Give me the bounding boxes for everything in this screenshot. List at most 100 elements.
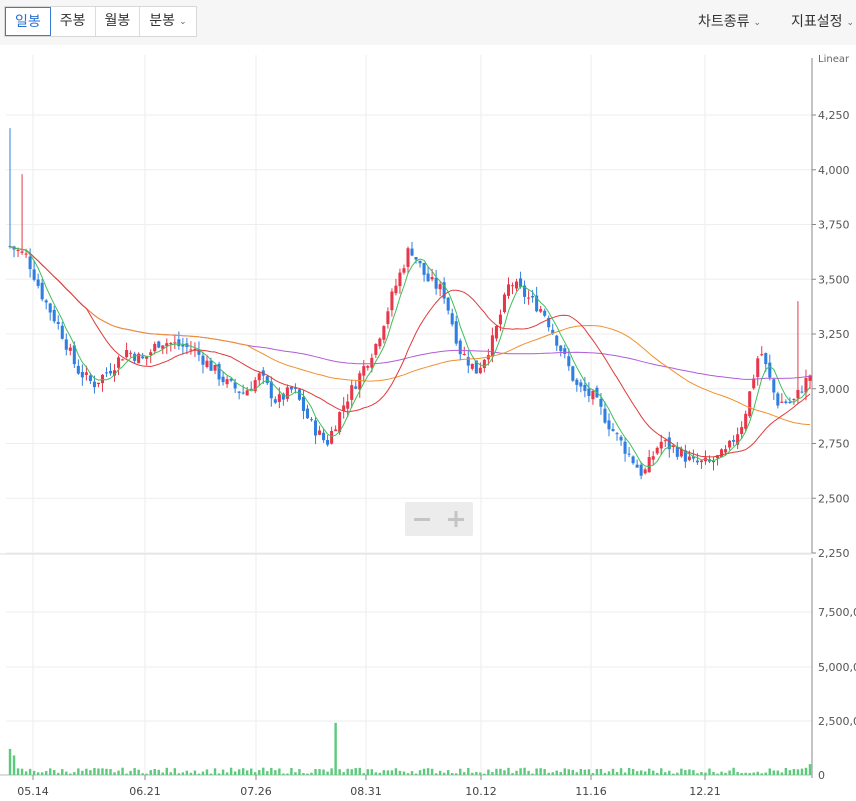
volume-bar	[402, 771, 406, 775]
volume-bar	[8, 748, 12, 775]
volume-bar	[213, 768, 217, 775]
candle-body	[623, 441, 627, 454]
volume-bar	[451, 773, 454, 775]
zoom-control	[405, 502, 473, 536]
volume-bars	[8, 722, 812, 775]
volume-bar	[157, 769, 160, 775]
candle-body	[346, 401, 350, 409]
candle-body	[430, 277, 434, 280]
volume-bar	[12, 755, 16, 775]
volume-bar	[278, 768, 281, 775]
volume-bar	[85, 768, 88, 775]
candle-body	[563, 348, 567, 354]
volume-bar	[740, 773, 743, 775]
volume-bar	[394, 768, 398, 775]
candle-body	[502, 294, 506, 313]
candle-body	[655, 447, 659, 454]
volume-bar	[736, 771, 739, 775]
candle-body	[446, 297, 450, 311]
volume-bar	[109, 769, 112, 775]
volume-bar	[141, 773, 144, 775]
time-tick-label: 07.26	[240, 785, 272, 798]
volume-bar	[65, 771, 68, 775]
volume-bar	[579, 768, 583, 775]
volume-bar	[700, 772, 703, 775]
candle-body	[145, 356, 149, 359]
volume-bar	[398, 770, 402, 775]
candle-body	[382, 326, 386, 340]
volume-bar	[438, 770, 442, 775]
volume-bar	[531, 773, 534, 775]
candle-body	[450, 313, 454, 325]
volume-bar	[780, 772, 784, 775]
volume-bar	[656, 772, 659, 775]
volume-bar	[201, 771, 205, 775]
candle-body	[181, 344, 185, 347]
candle-body	[121, 359, 125, 361]
volume-bar	[595, 768, 599, 775]
candle-body	[543, 310, 547, 316]
candles	[8, 128, 812, 480]
candle-body	[515, 281, 519, 289]
volume-bar	[467, 767, 470, 775]
volume-bar	[306, 773, 309, 775]
price-tick-label: 3,750	[818, 219, 850, 232]
candle-body	[583, 384, 587, 391]
candle-body	[776, 393, 780, 406]
candle-body	[350, 385, 354, 400]
candle-body	[108, 370, 113, 374]
zoom-in-button[interactable]	[442, 505, 470, 533]
candle-body	[422, 262, 426, 275]
candle-body	[410, 248, 414, 256]
candle-body	[780, 401, 784, 403]
volume-bar	[254, 772, 257, 775]
stock-chart[interactable]: Linear 4,250 4,000 3,750 3,500 3,250 3,000 2,75…	[0, 0, 856, 801]
candle-body	[117, 357, 121, 368]
volume-bar	[266, 771, 269, 775]
volume-bar	[290, 767, 293, 775]
volume-bar	[225, 772, 229, 775]
volume-bar	[241, 768, 245, 775]
candle-body	[249, 388, 253, 390]
volume-bar	[446, 770, 450, 775]
candle-body	[478, 367, 482, 374]
volume-bar	[338, 769, 341, 775]
candle-body	[52, 309, 56, 322]
volume-bar	[660, 768, 663, 775]
volume-bar	[245, 770, 249, 775]
candle-body	[48, 303, 52, 313]
volume-bar	[274, 770, 277, 775]
volume-bar	[117, 770, 120, 775]
volume-bar	[796, 769, 800, 775]
candle-body	[510, 285, 515, 287]
price-tick-label: 3,000	[818, 383, 850, 396]
candle-body	[567, 356, 571, 367]
volume-bar	[105, 768, 108, 775]
volume-bar	[262, 767, 265, 775]
zoom-out-button[interactable]	[408, 505, 436, 533]
volume-bar	[374, 772, 378, 775]
volume-bar	[619, 768, 623, 775]
volume-bar	[153, 769, 156, 775]
volume-bar	[487, 769, 490, 775]
volume-bar	[639, 770, 643, 775]
volume-bar	[322, 769, 325, 775]
volume-bar	[177, 773, 181, 775]
candle-body	[619, 436, 623, 441]
candle-body	[289, 386, 293, 390]
volume-bar	[197, 773, 201, 775]
candle-body	[60, 325, 64, 339]
candle-body	[334, 429, 338, 432]
plus-icon	[448, 511, 464, 527]
volume-bar	[77, 768, 80, 775]
candle-body	[756, 358, 760, 377]
candle-body	[724, 449, 728, 453]
volume-bar	[53, 769, 56, 775]
volume-bar	[647, 768, 651, 775]
volume-bar	[81, 770, 84, 775]
candle-body	[732, 439, 736, 442]
candle-body	[482, 359, 486, 368]
volume-bar	[294, 772, 297, 775]
volume-bar	[366, 769, 369, 775]
volume-bar	[370, 769, 374, 775]
